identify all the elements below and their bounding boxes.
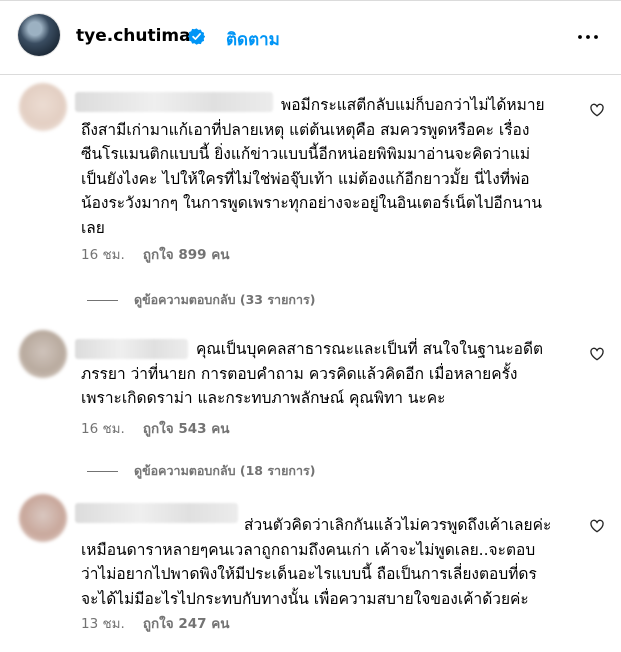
- comment-time: 16 ชม.: [81, 421, 125, 437]
- comment-text: พอมีกระแสตีกลับแม่ก็บอกว่าไม่ได้หมาย ถึง…: [81, 96, 545, 237]
- username[interactable]: tye.chutima: [76, 26, 191, 46]
- commenter-avatar[interactable]: [19, 330, 67, 378]
- comment-likes[interactable]: ถูกใจ 247 คน: [143, 616, 230, 632]
- view-replies-button[interactable]: ดูข้อความตอบกลับ (18 รายการ): [87, 461, 315, 481]
- comment-meta: 16 ชม. ถูกใจ 543 คน: [81, 417, 230, 439]
- commenter-avatar[interactable]: [19, 83, 67, 131]
- comment-likes[interactable]: ถูกใจ 543 คน: [143, 421, 230, 437]
- heart-icon[interactable]: [589, 346, 605, 362]
- follow-button[interactable]: ติดตาม: [226, 26, 280, 53]
- replies-line: [87, 471, 118, 472]
- view-replies-label: ดูข้อความตอบกลับ (18 รายการ): [134, 463, 316, 478]
- comment-likes[interactable]: ถูกใจ 899 คน: [143, 247, 230, 263]
- header-divider: [0, 74, 621, 75]
- post-header: tye.chutima ติดตาม: [0, 1, 621, 75]
- more-options-icon[interactable]: [576, 25, 600, 49]
- comment-meta: 16 ชม. ถูกใจ 899 คน: [81, 243, 230, 265]
- view-replies-button[interactable]: ดูข้อความตอบกลับ (33 รายการ): [87, 290, 315, 310]
- comment-text: คุณเป็นบุคคลสาธารณะและเป็นที่ สนใจในฐานะ…: [81, 340, 544, 407]
- view-replies-label: ดูข้อความตอบกลับ (33 รายการ): [134, 292, 316, 307]
- comment-time: 13 ชม.: [81, 616, 125, 632]
- profile-avatar[interactable]: [18, 14, 60, 56]
- comment-meta: 13 ชม. ถูกใจ 247 คน: [81, 612, 230, 634]
- comment-text: ส่วนตัวคิดว่าเลิกกันแล้วไม่ควรพูดถึงเค้า…: [81, 516, 552, 608]
- heart-icon[interactable]: [589, 102, 605, 118]
- commenter-avatar[interactable]: [19, 494, 67, 542]
- comment-time: 16 ชม.: [81, 247, 125, 263]
- heart-icon[interactable]: [589, 518, 605, 534]
- replies-line: [87, 300, 118, 301]
- verified-badge-icon: [188, 28, 205, 45]
